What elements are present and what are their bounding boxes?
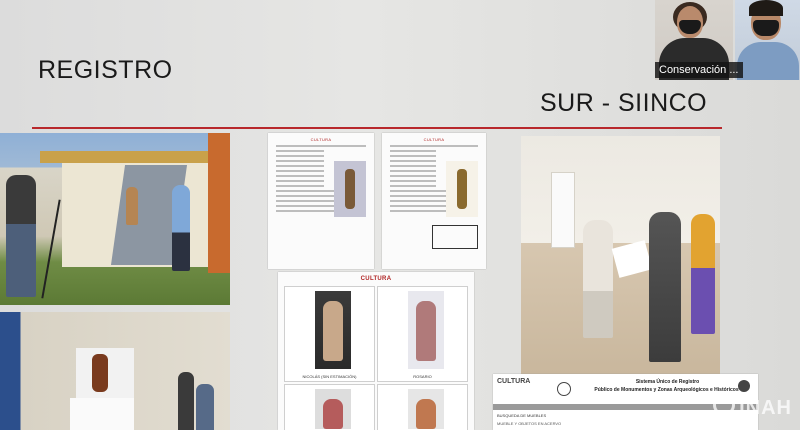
title-divider — [32, 127, 722, 129]
photo-outdoor-registration — [0, 133, 230, 305]
floor-plan — [432, 225, 478, 249]
statue-photo — [446, 161, 478, 217]
catalog-sheet: CULTURA NICOLÁS (SIN ESTIMACIÓN) ROSARIO — [278, 272, 474, 430]
slide-title: REGISTRO — [38, 56, 173, 84]
participant-name: Conservación ... — [655, 62, 743, 78]
registration-form-1: CULTURA — [268, 133, 374, 269]
catalog-cell: NICOLÁS (SIN ESTIMACIÓN) — [284, 286, 375, 382]
catalog-cell — [284, 384, 375, 430]
emblem-icon — [738, 380, 750, 392]
catalog-cell — [377, 384, 468, 430]
inah-watermark: INAH — [713, 394, 792, 420]
catalog-cell: ROSARIO — [377, 286, 468, 382]
photo-community-meeting — [521, 136, 720, 374]
inah-logo-icon — [557, 382, 571, 396]
registration-form-2: CULTURA — [382, 133, 486, 269]
statue-photo — [334, 161, 366, 217]
participant-tile[interactable] — [735, 0, 800, 80]
inah-logo-icon — [713, 394, 736, 416]
photo-indoor-registration — [0, 312, 230, 430]
slide-subtitle: SUR - SIINCO — [540, 89, 708, 117]
